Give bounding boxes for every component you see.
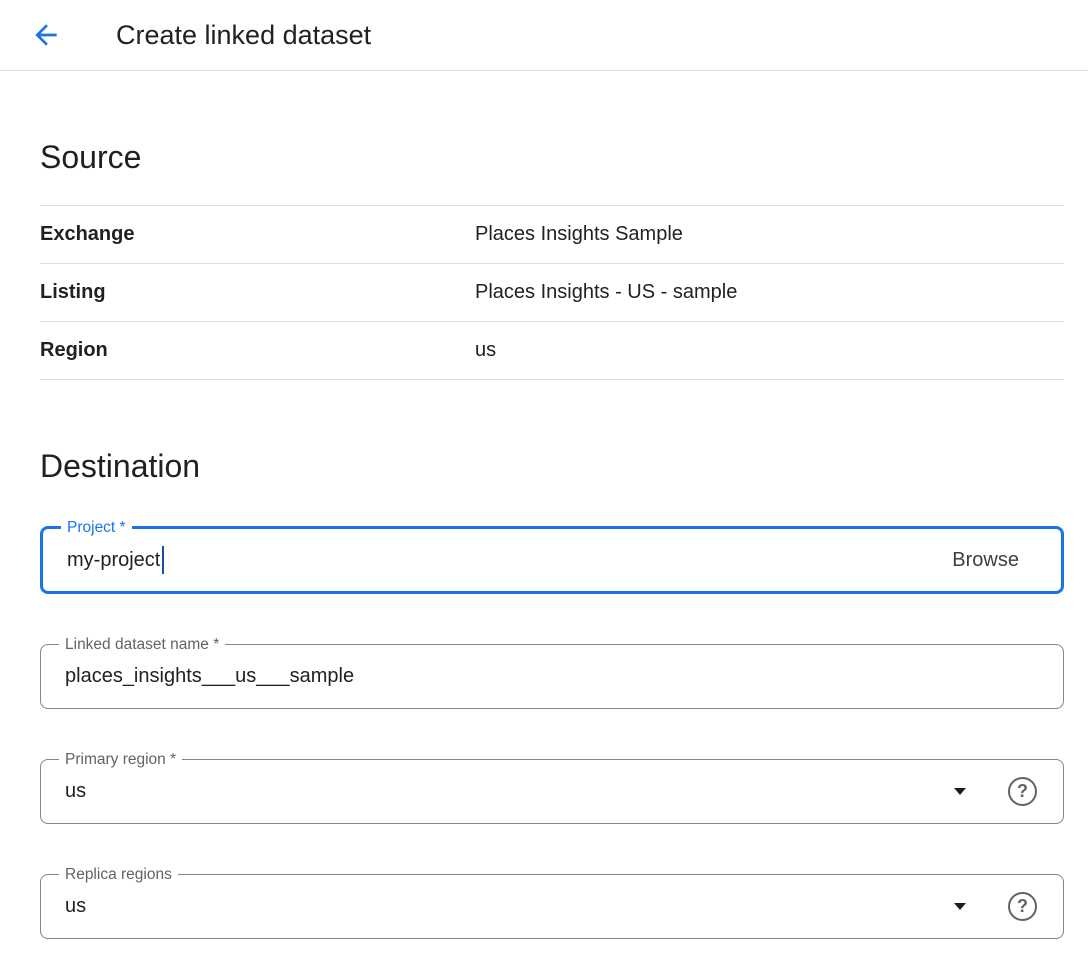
table-row-region: Region us (40, 322, 1064, 380)
page-title: Create linked dataset (116, 20, 371, 51)
linked-dataset-name-value[interactable]: places_insights___us___sample (65, 665, 354, 688)
header: Create linked dataset (0, 0, 1088, 71)
source-section-heading: Source (40, 135, 1064, 179)
row-value: Places Insights Sample (475, 223, 683, 246)
dropdown-arrow-icon[interactable] (954, 788, 966, 795)
linked-dataset-name-field[interactable]: Linked dataset name * places_insights___… (40, 644, 1064, 709)
back-button[interactable] (28, 17, 64, 53)
row-label: Region (40, 339, 475, 362)
dropdown-arrow-icon[interactable] (954, 903, 966, 910)
primary-region-select[interactable]: Primary region * us ? (40, 759, 1064, 824)
table-row-exchange: Exchange Places Insights Sample (40, 206, 1064, 264)
project-input-value[interactable]: my-project (67, 549, 160, 572)
row-value: Places Insights - US - sample (475, 281, 737, 304)
text-cursor (162, 546, 164, 574)
arrow-back-icon (30, 19, 62, 51)
browse-button[interactable]: Browse (952, 549, 1037, 572)
linked-dataset-name-label: Linked dataset name * (59, 634, 225, 655)
replica-regions-select[interactable]: Replica regions us ? (40, 874, 1064, 939)
project-field[interactable]: Project * my-project Browse (40, 526, 1064, 594)
table-row-listing: Listing Places Insights - US - sample (40, 264, 1064, 322)
project-field-label: Project * (61, 517, 132, 538)
help-icon[interactable]: ? (1008, 777, 1037, 806)
row-label: Exchange (40, 223, 475, 246)
help-icon[interactable]: ? (1008, 892, 1037, 921)
replica-regions-label: Replica regions (59, 864, 178, 885)
primary-region-label: Primary region * (59, 749, 182, 770)
primary-region-value: us (65, 780, 86, 803)
main-content: Source Exchange Places Insights Sample L… (0, 135, 1088, 939)
destination-section-heading: Destination (40, 444, 1064, 488)
source-info-table: Exchange Places Insights Sample Listing … (40, 205, 1064, 380)
replica-regions-value: us (65, 895, 86, 918)
row-value: us (475, 339, 496, 362)
row-label: Listing (40, 281, 475, 304)
